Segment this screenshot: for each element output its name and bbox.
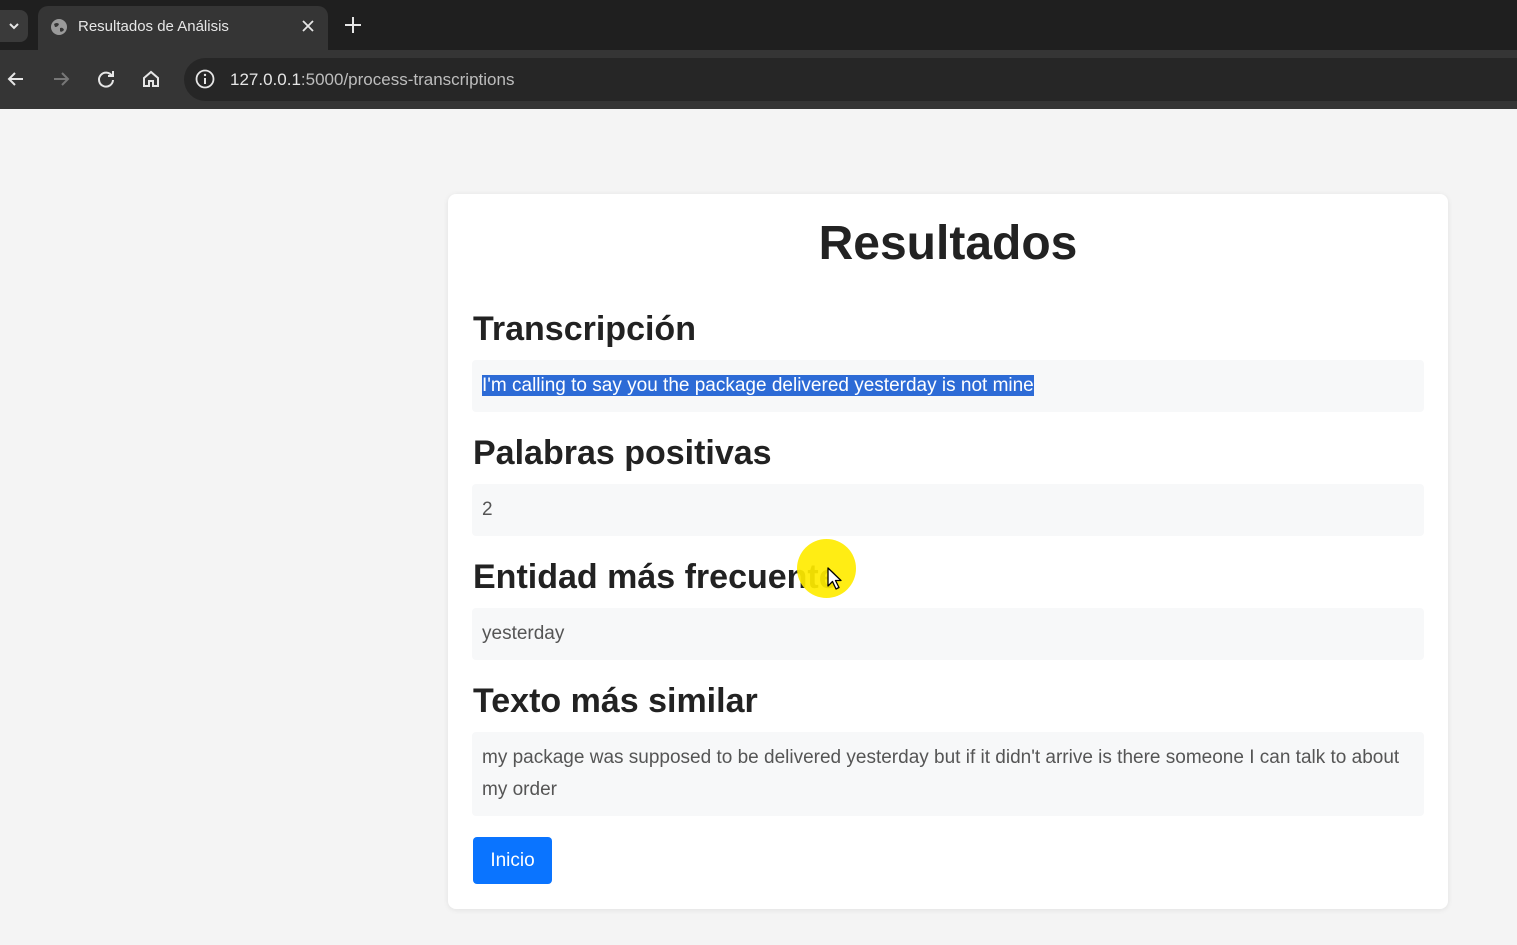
new-tab-plus-icon[interactable] [342, 14, 364, 36]
similar-text-value: my package was supposed to be delivered … [482, 747, 1400, 800]
positive-words-heading: Palabras positivas [473, 434, 772, 472]
globe-icon [51, 19, 67, 35]
positive-words-value-box: 2 [472, 484, 1424, 536]
transcription-value: I'm calling to say you the package deliv… [482, 375, 1034, 396]
similar-text-value-box: my package was supposed to be delivered … [472, 732, 1424, 816]
page-title: Resultados [818, 217, 1078, 270]
browser-tab[interactable]: Resultados de Análisis [38, 6, 328, 50]
url-host: 127.0.0.1 [230, 70, 301, 89]
frequent-entity-value-box: yesterday [472, 608, 1424, 660]
close-icon[interactable] [300, 18, 316, 34]
url-text: 127.0.0.1:5000/process-transcriptions [230, 70, 514, 90]
positive-words-value: 2 [482, 499, 493, 520]
transcription-heading: Transcripción [473, 310, 696, 348]
chevron-down-icon [9, 23, 19, 30]
inicio-button[interactable]: Inicio [473, 837, 552, 884]
transcription-value-box: I'm calling to say you the package deliv… [472, 360, 1424, 412]
info-icon[interactable] [194, 68, 216, 90]
similar-text-heading: Texto más similar [473, 682, 758, 720]
frequent-entity-heading: Entidad más frecuente [473, 558, 838, 596]
frequent-entity-value: yesterday [482, 623, 565, 644]
tab-bar: Resultados de Análisis [0, 0, 1517, 50]
tab-search-button[interactable] [0, 10, 28, 42]
browser-toolbar: 127.0.0.1:5000/process-transcriptions [0, 50, 1517, 109]
tab-title: Resultados de Análisis [78, 18, 229, 35]
address-bar[interactable]: 127.0.0.1:5000/process-transcriptions [184, 58, 1517, 101]
reload-icon[interactable] [94, 67, 118, 91]
results-card: Resultados Transcripción I'm calling to … [448, 194, 1448, 909]
home-icon[interactable] [139, 67, 163, 91]
url-path: :5000/process-transcriptions [300, 70, 515, 89]
forward-arrow-icon[interactable] [49, 67, 73, 91]
back-arrow-icon[interactable] [4, 67, 28, 91]
mouse-pointer-icon [827, 567, 842, 590]
